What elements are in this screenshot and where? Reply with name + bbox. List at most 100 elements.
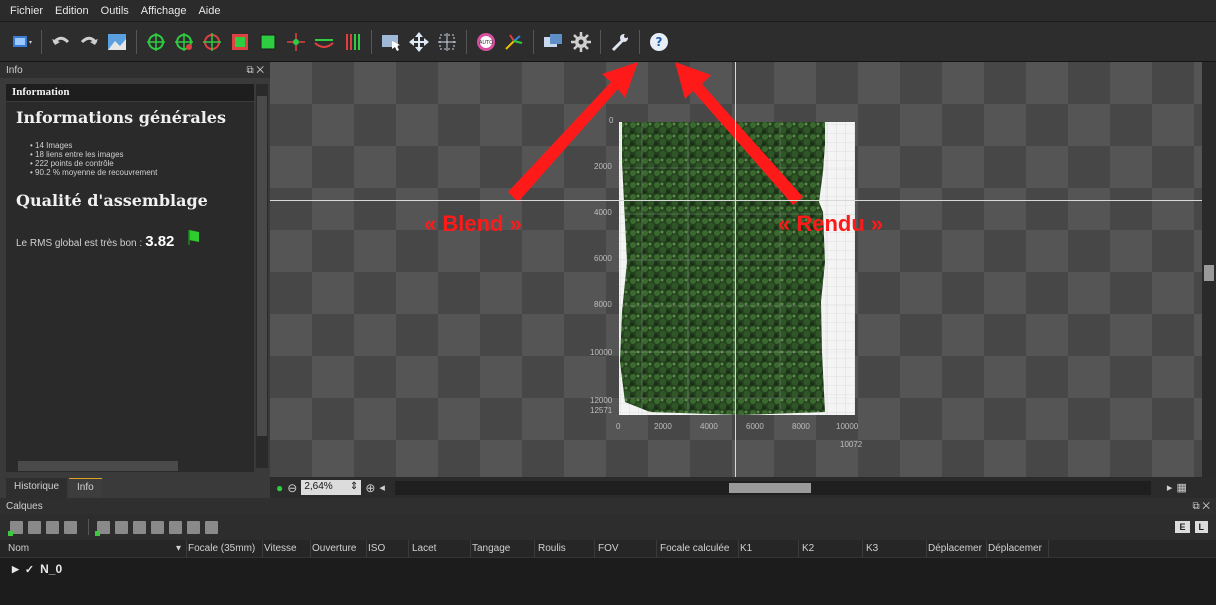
new-project-icon[interactable] — [10, 30, 34, 54]
horizon-icon[interactable] — [284, 30, 308, 54]
crop-select-icon[interactable] — [228, 30, 252, 54]
optimize-icon[interactable] — [200, 30, 224, 54]
panel-float-close-icon[interactable]: ⧉ ✕ — [246, 65, 264, 76]
table-row[interactable]: ▶ ✓ N_0 — [0, 558, 1216, 580]
scroll-left-icon[interactable]: ◂ — [379, 481, 385, 494]
y-tick: 10000 — [590, 348, 613, 357]
zoom-out-icon[interactable]: ⊖ — [287, 481, 297, 495]
info-header: Information — [6, 84, 254, 101]
viewer-vertical-scrollbar[interactable] — [1202, 62, 1216, 477]
layers-panel-titlebar: Calques ⧉ ✕ — [0, 498, 1216, 514]
rms-line: Le RMS global est très bon : 3.82 — [16, 228, 244, 250]
add-layer-icon[interactable] — [8, 520, 23, 536]
wrench-icon[interactable] — [608, 30, 632, 54]
info-vertical-scrollbar[interactable] — [256, 84, 268, 468]
info-horizontal-scrollbar[interactable] — [6, 460, 254, 472]
layer-tool-icon[interactable] — [64, 520, 77, 534]
svg-text:AUTO: AUTO — [479, 40, 493, 46]
scrollbar-thumb[interactable] — [257, 96, 267, 436]
zoom-input[interactable]: 2,64% ⇕ — [301, 480, 362, 495]
viewer-horizontal-scrollbar[interactable] — [394, 480, 1151, 495]
column-header-fov[interactable]: FOV — [598, 543, 619, 554]
layers-panel: Calques ⧉ ✕ E L Nom ▾ Focale (35mm) Vite… — [0, 498, 1216, 605]
expand-arrow-icon[interactable]: ▶ — [12, 564, 19, 575]
menu-fichier[interactable]: Fichier — [10, 5, 43, 17]
zoom-in-icon[interactable]: ⊕ — [365, 481, 375, 495]
vertical-lines-icon[interactable] — [340, 30, 364, 54]
sort-chevron-icon[interactable]: ▾ — [176, 543, 181, 554]
layer-tool-icon[interactable] — [46, 520, 59, 534]
add-image-icon[interactable] — [95, 520, 110, 536]
column-header-focale[interactable]: Focale (35mm) — [188, 543, 255, 554]
x-max-label: 10072 — [840, 440, 863, 449]
straighten-icon[interactable] — [312, 30, 336, 54]
fit-icon[interactable] — [435, 30, 459, 54]
control-point-icon[interactable] — [144, 30, 168, 54]
general-info-title: Informations générales — [16, 108, 226, 127]
mosaic-viewer[interactable]: 0 2000 4000 6000 8000 10000 12000 12571 … — [270, 62, 1202, 477]
column-header-iso[interactable]: ISO — [368, 543, 385, 554]
column-header-focale-calculee[interactable]: Focale calculée — [660, 543, 729, 554]
scrollbar-thumb[interactable] — [1204, 265, 1214, 281]
grid-toggle-icon[interactable]: ▦ — [1176, 481, 1186, 494]
tab-historique[interactable]: Historique — [6, 478, 68, 498]
menu-aide[interactable]: Aide — [198, 5, 220, 17]
column-header-roulis[interactable]: Roulis — [538, 543, 566, 554]
toolbar-separator — [639, 29, 640, 54]
column-header-deplacement-2[interactable]: Déplacemer — [988, 543, 1042, 554]
toolbar-separator — [41, 29, 42, 54]
panel-float-close-icon[interactable]: ⧉ ✕ — [1192, 501, 1210, 512]
layer-s-icon[interactable] — [205, 520, 218, 534]
layer-a-icon[interactable] — [133, 520, 146, 534]
menu-affichage[interactable]: Affichage — [141, 5, 187, 17]
info-panel-titlebar: Info ⧉ ✕ — [0, 62, 270, 78]
column-header-deplacement-1[interactable]: Déplacemer — [928, 543, 982, 554]
column-header-tangage[interactable]: Tangage — [472, 543, 510, 554]
zoom-fit-icon[interactable]: ● — [276, 481, 283, 495]
x-tick: 8000 — [792, 422, 810, 431]
column-header-k3[interactable]: K3 — [866, 543, 878, 554]
column-header-vitesse[interactable]: Vitesse — [264, 543, 297, 554]
column-header-k1[interactable]: K1 — [740, 543, 752, 554]
color-correction-icon[interactable] — [502, 30, 526, 54]
column-header-lacet[interactable]: Lacet — [412, 543, 436, 554]
x-tick: 2000 — [654, 422, 672, 431]
rms-label: Le RMS global est très bon : — [16, 238, 143, 249]
layer-t-icon[interactable] — [187, 520, 200, 534]
scroll-right-icon[interactable]: ▸ — [1167, 481, 1173, 494]
blend-icon[interactable] — [541, 30, 565, 54]
column-header-k2[interactable]: K2 — [802, 543, 814, 554]
remove-image-icon[interactable] — [115, 520, 128, 534]
undo-icon[interactable] — [49, 30, 73, 54]
column-header-nom[interactable]: Nom — [8, 543, 29, 554]
control-point-add-icon[interactable] — [172, 30, 196, 54]
info-panel-title: Info — [6, 64, 23, 76]
view-e-button[interactable]: E — [1175, 521, 1190, 533]
auto-color-icon[interactable]: AUTO — [474, 30, 498, 54]
x-tick: 6000 — [746, 422, 764, 431]
zoom-spin-icon[interactable]: ⇕ — [350, 481, 358, 494]
menu-edition[interactable]: Edition — [55, 5, 89, 17]
scrollbar-thumb[interactable] — [18, 461, 178, 471]
layer-tool-icon[interactable] — [28, 520, 41, 534]
scrollbar-thumb[interactable] — [728, 482, 811, 493]
crop-icon[interactable] — [256, 30, 280, 54]
image-import-icon[interactable] — [105, 30, 129, 54]
toolbar-separator — [533, 29, 534, 54]
info-panel-tabs: Historique Info — [6, 478, 102, 498]
redo-icon[interactable] — [77, 30, 101, 54]
render-settings-icon[interactable] — [569, 30, 593, 54]
help-icon[interactable]: ? — [647, 30, 671, 54]
x-tick: 4000 — [700, 422, 718, 431]
list-item: 222 points de contrôle — [30, 159, 244, 168]
zoom-value: 2,64% — [304, 481, 333, 492]
view-l-button[interactable]: L — [1194, 521, 1208, 533]
column-header-ouverture[interactable]: Ouverture — [312, 543, 356, 554]
layer-f-icon[interactable] — [169, 520, 182, 534]
checkmark-icon[interactable]: ✓ — [25, 563, 34, 576]
layer-b-icon[interactable] — [151, 520, 164, 534]
tab-info[interactable]: Info — [69, 478, 102, 498]
move-icon[interactable] — [407, 30, 431, 54]
preview-icon[interactable] — [379, 30, 403, 54]
menu-outils[interactable]: Outils — [101, 5, 129, 17]
